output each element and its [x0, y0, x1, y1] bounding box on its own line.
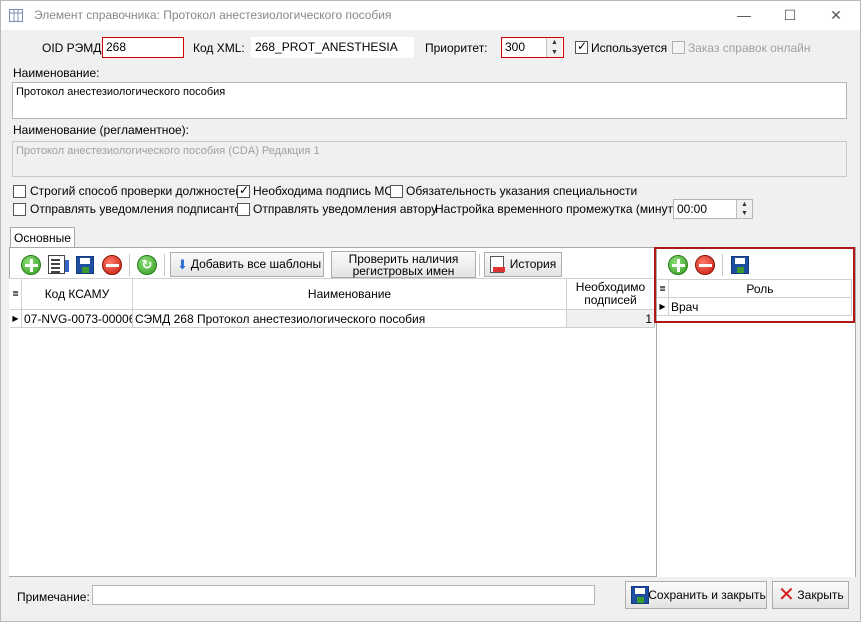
cell-name[interactable]: СЭМД 268 Протокол анестезиологического п…	[133, 310, 567, 328]
notify-author-label: Отправлять уведомления автору	[253, 202, 438, 216]
delete-icon[interactable]	[102, 255, 122, 275]
check-reg-names-button[interactable]: Проверить наличия регистровых имен	[331, 251, 476, 278]
close-button[interactable]: ✕ Закрыть	[772, 581, 849, 609]
online-order-checkbox[interactable]	[672, 41, 685, 54]
cell-role[interactable]: Врач	[669, 298, 852, 316]
save-and-close-button[interactable]: Сохранить и закрыть	[625, 581, 767, 609]
time-interval-label: Настройка временного промежутка (минуты)…	[435, 202, 689, 216]
reg-name-label: Наименование (регламентное):	[13, 123, 190, 137]
priority-value: 300	[505, 40, 526, 54]
oid-label: OID РЭМД:	[42, 41, 105, 55]
save-role-icon[interactable]	[731, 256, 749, 274]
window-title: Элемент справочника: Протокол анестезиол…	[34, 8, 392, 22]
column-header-signs-line2: подписей	[584, 293, 637, 307]
close-x-icon: ✕	[778, 584, 795, 606]
name-label: Наименование:	[13, 66, 100, 80]
notify-signers-label: Отправлять уведомления подписантов	[30, 202, 248, 216]
used-label: Используется	[591, 41, 668, 55]
column-header-code[interactable]: Код КСАМУ	[22, 279, 133, 310]
toolbar-separator	[722, 254, 723, 276]
close-label: Закрыть	[797, 588, 844, 602]
need-sign-mo-label: Необходима подпись МО	[253, 184, 394, 198]
minimize-button[interactable]: —	[721, 1, 767, 30]
priority-label: Приоритет:	[425, 41, 488, 55]
add-icon[interactable]	[21, 255, 41, 275]
xml-label: Код XML:	[193, 41, 245, 55]
row-pointer-icon: ▶	[10, 310, 22, 328]
note-input[interactable]	[92, 585, 595, 605]
spin-down-icon[interactable]: ▼	[737, 209, 752, 218]
notify-signers-checkbox[interactable]	[13, 203, 26, 216]
edit-document-icon[interactable]	[48, 255, 69, 274]
role-grid-menu-icon[interactable]: ≣	[657, 279, 669, 298]
delete-role-icon[interactable]	[695, 255, 715, 275]
used-checkbox[interactable]	[575, 39, 588, 54]
toolbar-separator	[164, 254, 165, 276]
need-sign-mo-checkbox[interactable]	[237, 183, 250, 198]
time-interval-spinner[interactable]: ▲ ▼	[736, 200, 752, 218]
online-order-label: Заказ справок онлайн	[688, 41, 811, 55]
refresh-icon[interactable]: ↻	[137, 255, 157, 275]
toolbar-separator	[129, 254, 130, 276]
add-role-icon[interactable]	[668, 255, 688, 275]
check-reg-names-line2: регистровых имен	[352, 264, 455, 278]
row-pointer-icon: ▶	[657, 298, 669, 316]
column-header-signs[interactable]: Необходимо подписей	[567, 279, 655, 310]
history-log-icon	[490, 256, 505, 273]
spin-up-icon[interactable]: ▲	[547, 38, 562, 48]
cell-code[interactable]: 07-NVG-0073-000063	[22, 310, 133, 328]
maximize-button[interactable]: ☐	[767, 1, 813, 30]
notify-author-checkbox[interactable]	[237, 203, 250, 216]
table-icon	[9, 9, 23, 22]
title-bar: Элемент справочника: Протокол анестезиол…	[1, 1, 860, 30]
history-label: История	[509, 257, 557, 271]
column-header-role[interactable]: Роль	[669, 279, 852, 298]
download-icon: ⬇	[177, 257, 188, 272]
spin-up-icon[interactable]: ▲	[737, 200, 752, 209]
add-all-templates-button[interactable]: ⬇ Добавить все шаблоны	[170, 252, 324, 277]
time-interval-value: 00:00	[677, 202, 708, 216]
history-button[interactable]: История	[484, 252, 562, 277]
save-close-icon	[631, 586, 649, 604]
oid-input[interactable]: 268	[102, 37, 184, 58]
note-label: Примечание:	[17, 590, 90, 604]
strict-check-label: Строгий способ проверки должностей	[30, 184, 243, 198]
priority-spinner[interactable]: ▲ ▼	[546, 38, 562, 57]
name-textarea[interactable]: Протокол анестезиологического пособия	[12, 82, 847, 119]
need-specialty-checkbox[interactable]	[390, 185, 403, 198]
grid-menu-icon[interactable]: ≣	[10, 279, 22, 310]
add-all-templates-label: Добавить все шаблоны	[190, 257, 322, 271]
tab-main[interactable]: Основные	[10, 227, 75, 248]
strict-check-checkbox[interactable]	[13, 185, 26, 198]
need-specialty-label: Обязательность указания специальности	[406, 184, 638, 198]
cell-signs[interactable]: 1	[567, 310, 655, 328]
reg-name-textarea[interactable]: Протокол анестезиологического пособия (C…	[12, 141, 847, 177]
xml-code-input[interactable]: 268_PROT_ANESTHESIA	[251, 37, 414, 58]
save-icon[interactable]	[76, 256, 94, 274]
toolbar-separator	[479, 254, 480, 276]
close-window-button[interactable]: ✕	[813, 1, 859, 30]
spin-down-icon[interactable]: ▼	[547, 48, 562, 58]
column-header-name[interactable]: Наименование	[133, 279, 567, 310]
save-and-close-label: Сохранить и закрыть	[648, 588, 766, 602]
